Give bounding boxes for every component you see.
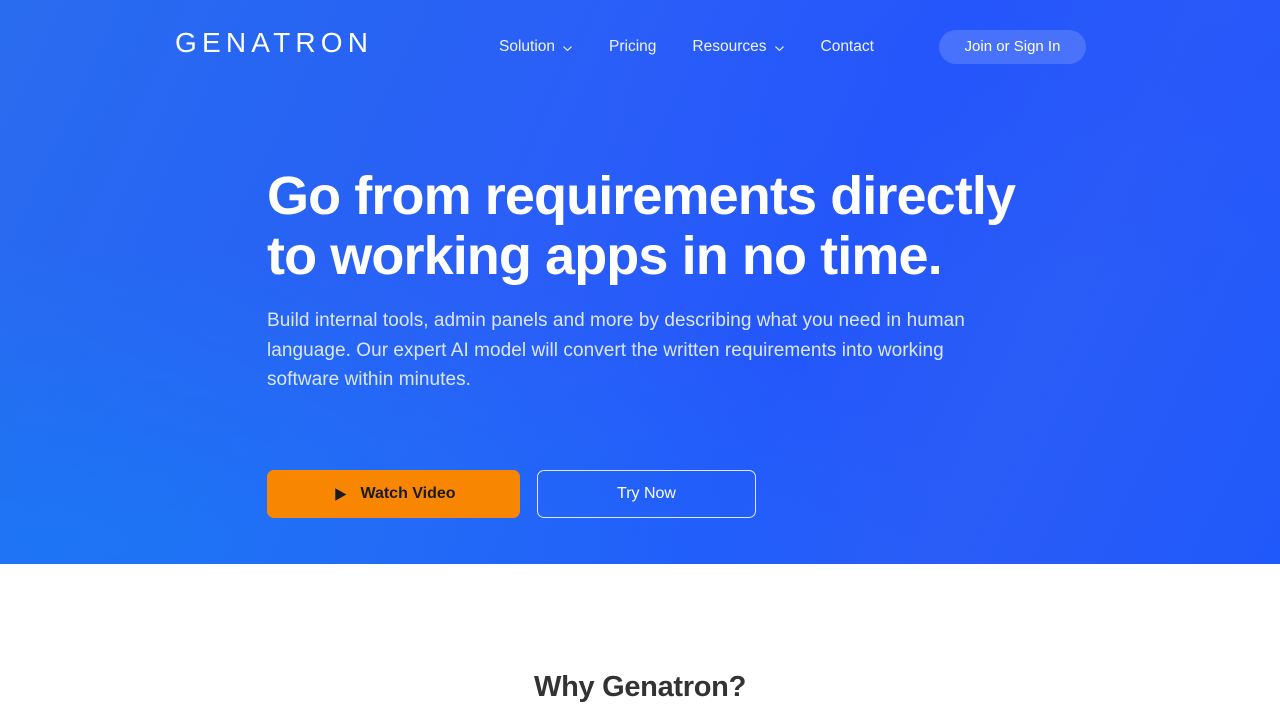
page-title: Go from requirements directly to working… [267, 166, 1027, 286]
chevron-down-icon [774, 43, 785, 54]
headline-line-1: Go from requirements directly [267, 166, 1016, 226]
nav-item-pricing[interactable]: Pricing [609, 36, 656, 58]
play-icon [331, 485, 350, 504]
brand-logo[interactable]: GENATRON [175, 26, 373, 60]
try-now-label: Try Now [617, 485, 676, 502]
hero-cta-row: Watch Video Try Now [267, 470, 756, 518]
watch-video-button[interactable]: Watch Video [267, 470, 520, 518]
why-genatron-title: Why Genatron? [534, 671, 746, 703]
nav-links: Solution Pricing Resources Contact [499, 36, 874, 58]
landing-page: GENATRON Solution Pricing Resources Cont… [0, 0, 1280, 720]
nav-item-contact[interactable]: Contact [821, 36, 874, 58]
join-or-sign-in-button[interactable]: Join or Sign In [939, 30, 1086, 64]
headline-line-2: to working apps in no time. [267, 226, 943, 286]
nav-item-label: Solution [499, 38, 556, 55]
hero-section: GENATRON Solution Pricing Resources Cont… [0, 0, 1280, 564]
nav-item-label: Contact [820, 38, 874, 55]
try-now-button[interactable]: Try Now [537, 470, 756, 518]
nav-item-resources[interactable]: Resources [692, 36, 784, 58]
nav-item-label: Resources [692, 38, 767, 55]
watch-video-label: Watch Video [360, 485, 456, 502]
chevron-down-icon [562, 43, 573, 54]
hero-inner: GENATRON Solution Pricing Resources Cont… [0, 0, 1280, 564]
hero-subtitle: Build internal tools, admin panels and m… [267, 310, 965, 390]
hero-copy: Go from requirements directly to working… [267, 166, 1027, 395]
why-genatron-section: Why Genatron? [0, 564, 1280, 720]
navbar: GENATRON Solution Pricing Resources Cont… [0, 0, 1280, 92]
nav-item-label: Pricing [609, 38, 657, 55]
nav-item-solution[interactable]: Solution [499, 36, 573, 58]
